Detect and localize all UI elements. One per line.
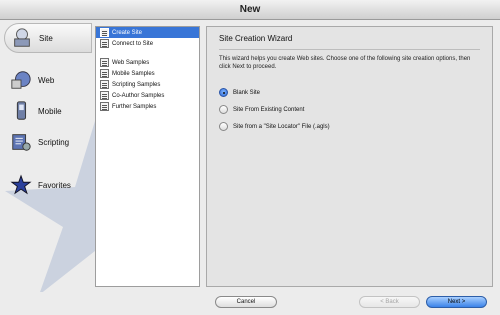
list-item-label: Scripting Samples <box>112 81 161 88</box>
next-button[interactable]: Next > <box>426 296 487 308</box>
category-scripting[interactable]: Scripting <box>4 127 92 157</box>
category-site-label: Site <box>39 33 53 43</box>
category-web-label: Web <box>38 75 55 85</box>
site-options-group: Blank Site Site From Existing Content Si… <box>219 84 480 135</box>
list-item-co-author-samples[interactable]: Co-Author Samples <box>96 90 199 101</box>
document-icon <box>100 91 109 100</box>
category-mobile-label: Mobile <box>38 106 62 116</box>
document-icon <box>100 69 109 78</box>
template-list: Create Site Connect to Site Web Samples … <box>95 26 200 287</box>
panel-title: Site Creation Wizard <box>219 34 293 43</box>
category-scripting-label: Scripting <box>38 137 70 147</box>
option-label: Site From Existing Content <box>233 106 305 113</box>
category-favorites-label: Favorites <box>38 180 71 190</box>
list-item-label: Mobile Samples <box>112 70 155 77</box>
option-blank-site[interactable]: Blank Site <box>219 84 480 101</box>
category-site[interactable]: Site <box>4 23 92 53</box>
web-icon <box>11 71 31 89</box>
radio-button[interactable] <box>219 122 228 131</box>
option-site-locator-file[interactable]: Site from a "Site Locator" File (.agls) <box>219 118 480 135</box>
document-icon <box>100 58 109 67</box>
wizard-panel: Site Creation Wizard This wizard helps y… <box>206 26 493 287</box>
list-item-label: Co-Author Samples <box>112 92 165 99</box>
list-item-label: Create Site <box>112 29 143 36</box>
document-icon <box>100 102 109 111</box>
list-item-further-samples[interactable]: Further Samples <box>96 101 199 112</box>
radio-button[interactable] <box>219 105 228 114</box>
scripting-icon <box>12 134 31 151</box>
back-button[interactable]: < Back <box>359 296 420 308</box>
list-item-mobile-samples[interactable]: Mobile Samples <box>96 68 199 79</box>
category-mobile[interactable]: Mobile <box>4 96 92 126</box>
list-item-web-samples[interactable]: Web Samples <box>96 57 199 68</box>
window-title: New <box>0 0 500 20</box>
category-favorites[interactable]: Favorites <box>4 170 92 200</box>
mobile-icon <box>16 101 27 120</box>
cancel-button[interactable]: Cancel <box>215 296 277 308</box>
favorites-star-icon <box>10 174 32 195</box>
list-item-scripting-samples[interactable]: Scripting Samples <box>96 79 199 90</box>
document-icon <box>100 80 109 89</box>
panel-description: This wizard helps you create Web sites. … <box>219 56 471 70</box>
radio-button-selected[interactable] <box>219 88 228 97</box>
list-item-label: Connect to Site <box>112 40 154 47</box>
option-label: Blank Site <box>233 89 261 96</box>
option-existing-content[interactable]: Site From Existing Content <box>219 101 480 118</box>
new-dialog-window: New Site Web Mobile Scripting Favorites … <box>0 0 500 315</box>
list-item-label: Web Samples <box>112 59 150 66</box>
document-icon <box>100 39 109 48</box>
list-item-connect-to-site[interactable]: Connect to Site <box>96 38 199 49</box>
category-sidebar: Site Web Mobile Scripting Favorites <box>0 21 95 292</box>
list-item-label: Further Samples <box>112 103 157 110</box>
divider <box>219 49 480 50</box>
category-web[interactable]: Web <box>4 65 92 95</box>
list-item-create-site[interactable]: Create Site <box>96 27 199 38</box>
site-icon <box>14 28 30 47</box>
document-icon <box>100 28 109 37</box>
option-label: Site from a "Site Locator" File (.agls) <box>233 123 330 130</box>
